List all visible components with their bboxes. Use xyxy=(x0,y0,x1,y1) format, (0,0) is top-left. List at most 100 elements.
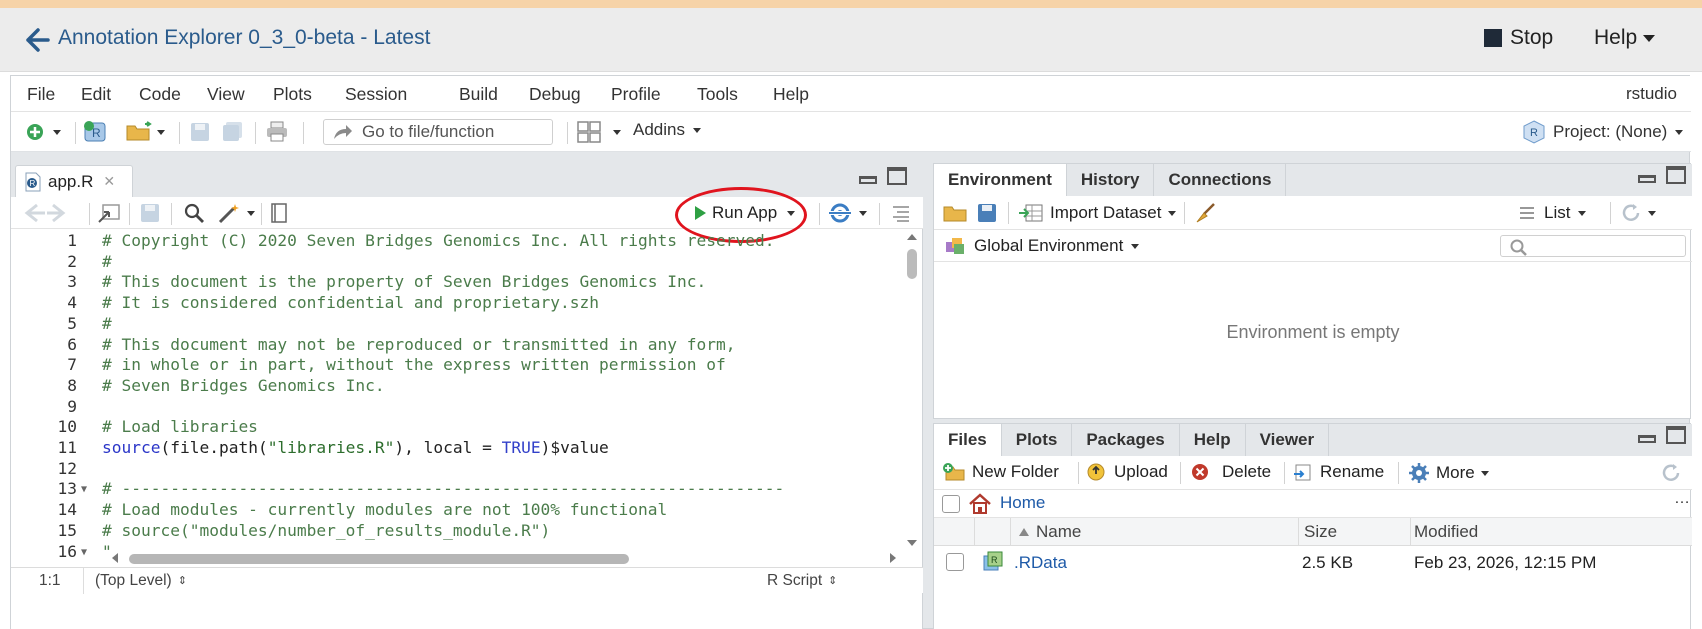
menu-profile[interactable]: Profile xyxy=(611,84,661,105)
project-menu[interactable]: R Project: (None) xyxy=(1523,120,1684,144)
code-token: source xyxy=(102,438,161,457)
new-file-icon xyxy=(27,124,43,140)
row-checkbox[interactable] xyxy=(946,553,964,571)
code-line: # source("modules/number_of_results_modu… xyxy=(102,520,551,540)
addins-menu[interactable]: Addins xyxy=(633,120,701,140)
menu-debug[interactable]: Debug xyxy=(529,84,581,105)
scope-selector[interactable]: (Top Level) ⇕ xyxy=(95,572,187,590)
scope-label: (Top Level) xyxy=(95,572,172,589)
scroll-thumb[interactable] xyxy=(907,249,917,279)
tab-viewer[interactable]: Viewer xyxy=(1246,424,1330,456)
scroll-right-icon[interactable] xyxy=(887,550,899,566)
column-header-name[interactable]: Name xyxy=(1018,522,1081,542)
maximize-pane-icon[interactable] xyxy=(1666,166,1686,184)
scroll-down-icon[interactable] xyxy=(903,537,921,549)
code-tools-button[interactable] xyxy=(217,201,255,225)
save-icon xyxy=(141,204,159,222)
menu-edit[interactable]: Edit xyxy=(81,84,111,105)
workspace-panes-button[interactable] xyxy=(577,120,621,144)
menu-build[interactable]: Build xyxy=(459,84,498,105)
document-outline-button[interactable] xyxy=(891,201,911,225)
new-folder-button[interactable]: New Folder xyxy=(942,462,1059,482)
editor-save-button[interactable] xyxy=(139,201,161,225)
new-file-button[interactable] xyxy=(25,120,61,144)
caret-down-icon xyxy=(1643,34,1656,42)
file-type-selector[interactable]: R Script ⇕ xyxy=(767,572,837,590)
publish-button[interactable] xyxy=(827,201,867,225)
code-line: # in whole or in part, without the expre… xyxy=(102,355,726,375)
open-file-button[interactable] xyxy=(125,120,165,144)
help-menu-button[interactable]: Help xyxy=(1594,26,1656,50)
file-name-link[interactable]: .RData xyxy=(1014,553,1067,573)
home-icon[interactable] xyxy=(968,493,992,515)
import-dataset-button[interactable]: Import Dataset xyxy=(1018,201,1176,225)
goto-file-input[interactable]: Go to file/function xyxy=(323,119,553,145)
select-all-checkbox[interactable] xyxy=(942,495,960,513)
editor-tab-app-r[interactable]: R app.R ✕ xyxy=(15,165,133,197)
caret-down-icon xyxy=(1578,210,1587,216)
minimize-pane-icon[interactable] xyxy=(1638,435,1656,443)
find-replace-button[interactable] xyxy=(183,201,205,225)
tab-packages[interactable]: Packages xyxy=(1072,424,1180,456)
file-modified: Feb 23, 2026, 12:15 PM xyxy=(1414,553,1597,572)
scroll-left-icon[interactable] xyxy=(109,550,121,566)
save-workspace-button[interactable] xyxy=(976,201,998,225)
tab-connections[interactable]: Connections xyxy=(1154,164,1287,196)
code-editor[interactable]: 1 # Copyright (C) 2020 Seven Bridges Geno… xyxy=(11,229,901,559)
tab-files[interactable]: Files xyxy=(934,424,1002,456)
maximize-pane-icon[interactable] xyxy=(887,167,907,185)
menu-help[interactable]: Help xyxy=(773,84,809,105)
print-button[interactable] xyxy=(265,120,289,144)
scroll-up-icon[interactable] xyxy=(903,231,921,243)
show-in-window-button[interactable] xyxy=(97,201,121,225)
upload-icon xyxy=(1087,463,1105,481)
more-path-icon[interactable]: … xyxy=(1674,490,1690,508)
fold-toggle-icon[interactable]: ▼ xyxy=(81,547,87,558)
menu-code[interactable]: Code xyxy=(139,84,181,105)
global-environment-selector: Global Environment xyxy=(934,230,1692,262)
editor-vertical-scrollbar[interactable] xyxy=(903,229,921,554)
tab-help[interactable]: Help xyxy=(1180,424,1246,456)
save-button[interactable] xyxy=(189,120,211,144)
list-view-selector[interactable]: List xyxy=(1518,201,1587,225)
tab-history[interactable]: History xyxy=(1067,164,1155,196)
env-search-input[interactable] xyxy=(1500,235,1686,257)
r-file-icon: R xyxy=(25,172,41,191)
column-header-size[interactable]: Size xyxy=(1304,522,1337,542)
breadcrumb-home[interactable]: Home xyxy=(1000,493,1045,513)
save-all-button[interactable] xyxy=(221,120,245,144)
scroll-thumb[interactable] xyxy=(129,554,629,564)
rename-button[interactable]: Rename xyxy=(1292,462,1384,482)
tab-environment[interactable]: Environment xyxy=(934,164,1067,196)
compile-report-button[interactable] xyxy=(269,201,289,225)
refresh-files-button[interactable] xyxy=(1660,462,1682,484)
menu-session[interactable]: Session xyxy=(345,84,407,105)
menu-plots[interactable]: Plots xyxy=(273,84,312,105)
back-arrow-icon[interactable] xyxy=(24,26,52,54)
clear-workspace-button[interactable] xyxy=(1194,201,1218,225)
stop-button[interactable]: Stop xyxy=(1484,26,1553,50)
more-menu-button[interactable]: More xyxy=(1408,462,1489,484)
menu-file[interactable]: File xyxy=(27,84,55,105)
minimize-pane-icon[interactable] xyxy=(1638,175,1656,183)
menu-tools[interactable]: Tools xyxy=(697,84,738,105)
column-header-modified[interactable]: Modified xyxy=(1414,522,1478,542)
close-tab-icon[interactable]: ✕ xyxy=(103,173,115,190)
menu-view[interactable]: View xyxy=(207,84,245,105)
refresh-env-button[interactable] xyxy=(1620,201,1656,225)
nav-back-forward[interactable] xyxy=(23,201,71,225)
tab-plots[interactable]: Plots xyxy=(1002,424,1073,456)
editor-horizontal-scrollbar[interactable] xyxy=(105,550,905,566)
goto-placeholder: Go to file/function xyxy=(362,122,495,141)
table-row[interactable]: R .RData 2.5 KB Feb 23, 2026, 12:15 PM xyxy=(934,546,1692,578)
minimize-pane-icon[interactable] xyxy=(859,176,877,184)
maximize-pane-icon[interactable] xyxy=(1666,426,1686,444)
fold-toggle-icon[interactable]: ▼ xyxy=(81,484,87,495)
delete-button[interactable]: Delete xyxy=(1190,462,1271,482)
new-project-button[interactable]: R xyxy=(83,120,109,144)
load-workspace-button[interactable] xyxy=(942,201,970,225)
status-divider xyxy=(83,568,84,594)
upload-button[interactable]: Upload xyxy=(1086,462,1168,482)
svg-text:R: R xyxy=(991,555,998,565)
env-scope-dropdown[interactable]: Global Environment xyxy=(944,234,1140,258)
